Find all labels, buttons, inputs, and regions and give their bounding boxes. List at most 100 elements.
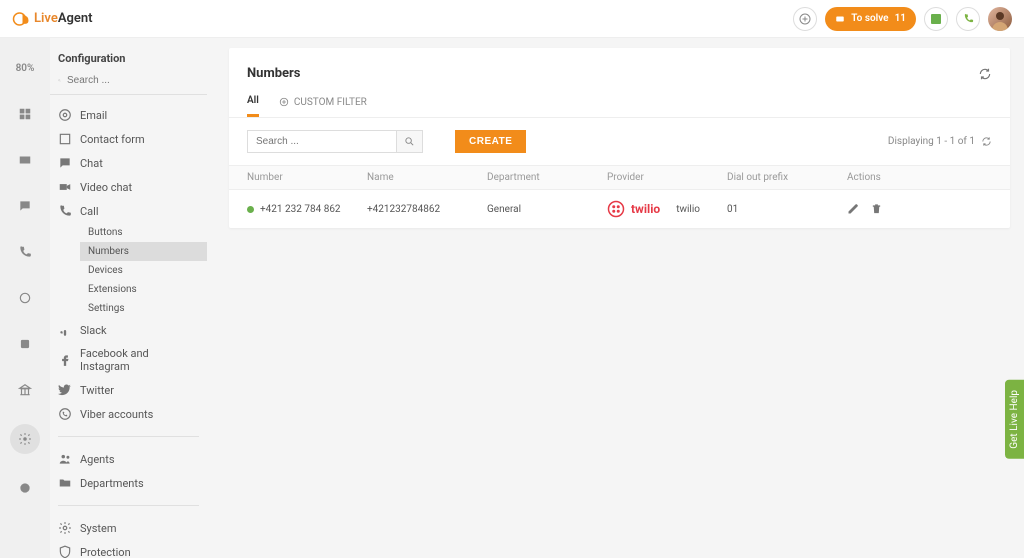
table-search-button[interactable] [397,130,423,153]
plus-circle-icon [799,13,811,25]
tosolve-button[interactable]: To solve 11 [825,7,916,31]
rail-chat[interactable] [13,194,37,218]
edit-icon[interactable] [847,203,859,215]
mail-icon [18,153,32,167]
people-icon [18,337,32,351]
nav-divider [58,436,199,437]
shield-icon [58,545,72,558]
sidebar-item-call[interactable]: Call [50,199,207,223]
rail-percent[interactable]: 80% [13,56,37,80]
sidebar-item-label: Protection [80,546,131,558]
sidebar-item-slack[interactable]: Slack [50,318,207,342]
facebook-icon [58,353,72,367]
rail-phone[interactable] [13,240,37,264]
col-number[interactable]: Number [247,172,367,183]
provider-brand: twilio [631,202,660,216]
main-panel: Numbers All CUSTOM FILTER CREATE [215,38,1024,558]
sidebar-sub-extensions[interactable]: Extensions [80,280,207,299]
form-icon [58,132,72,146]
numbers-card: Numbers All CUSTOM FILTER CREATE [229,48,1010,228]
sidebar-sub-devices[interactable]: Devices [80,261,207,280]
gear-icon [58,521,72,535]
status-button[interactable] [924,7,948,31]
tab-label: CUSTOM FILTER [294,97,367,108]
sidebar-item-contact-form[interactable]: Contact form [50,127,207,151]
table-row[interactable]: +421 232 784 862 +421232784862 General t… [229,190,1010,228]
header-actions: To solve 11 [793,7,1012,31]
numbers-table: Number Name Department Provider Dial out… [229,165,1010,228]
tab-label: All [247,95,259,106]
sidebar-item-email[interactable]: Email [50,103,207,127]
col-name[interactable]: Name [367,172,487,183]
sidebar-item-facebook[interactable]: Facebook and Instagram [50,342,207,378]
icon-rail: 80% [0,38,50,558]
toolbar: CREATE Displaying 1 - 1 of 1 [229,118,1010,165]
sidebar-item-agents[interactable]: Agents [50,447,207,471]
chat-icon [58,156,72,170]
cell-actions [847,203,927,215]
table-header: Number Name Department Provider Dial out… [229,165,1010,190]
sidebar-item-label: Chat [80,157,103,170]
sidebar-item-label: Settings [88,303,125,314]
tab-all[interactable]: All [247,95,259,117]
sidebar-item-label: Devices [88,265,123,276]
twitter-icon [58,383,72,397]
cell-provider: twilio twilio [607,200,727,218]
rail-loading[interactable] [13,286,37,310]
add-button[interactable] [793,7,817,31]
table-search-input[interactable] [247,130,397,153]
sidebar-sub-settings[interactable]: Settings [80,299,207,318]
tab-custom-filter[interactable]: CUSTOM FILTER [279,95,367,117]
cell-name: +421232784862 [367,204,487,215]
agents-icon [58,452,72,466]
refresh-icon[interactable] [981,136,992,147]
logo-icon [12,10,30,28]
app-header: LiveAgent To solve 11 [0,0,1024,38]
rail-dashboard[interactable] [13,102,37,126]
create-button[interactable]: CREATE [455,130,526,153]
sidebar-item-system[interactable]: System [50,516,207,540]
sidebar-item-label: Departments [80,477,144,490]
sidebar-item-label: Contact form [80,133,145,146]
rail-extensions[interactable] [13,476,37,500]
delete-icon[interactable] [871,203,882,215]
sidebar: Configuration Email Contact form Chat Vi… [50,38,215,558]
sidebar-search-input[interactable] [67,75,199,86]
col-department[interactable]: Department [487,172,607,183]
sidebar-item-twitter[interactable]: Twitter [50,378,207,402]
col-provider[interactable]: Provider [607,172,727,183]
rail-settings[interactable] [10,424,40,454]
sidebar-item-protection[interactable]: Protection [50,540,207,558]
rail-mail[interactable] [13,148,37,172]
col-dialout[interactable]: Dial out prefix [727,172,847,183]
logo[interactable]: LiveAgent [12,10,93,28]
sidebar-item-label: Slack [80,324,107,337]
folder-icon [58,476,72,490]
dashboard-icon [18,107,32,121]
sidebar-item-video-chat[interactable]: Video chat [50,175,207,199]
at-icon [58,108,72,122]
sidebar-item-departments[interactable]: Departments [50,471,207,495]
call-button[interactable] [956,7,980,31]
display-info: Displaying 1 - 1 of 1 [888,136,992,147]
sidebar-item-label: Twitter [80,384,114,397]
live-help-tab[interactable]: Get Live Help [1005,380,1024,459]
provider-label: twilio [676,204,700,215]
rail-reports[interactable] [13,378,37,402]
phone-icon [18,245,32,259]
sidebar-item-viber[interactable]: Viber accounts [50,402,207,426]
col-actions: Actions [847,172,927,183]
sidebar-sub-buttons[interactable]: Buttons [80,223,207,242]
avatar[interactable] [988,7,1012,31]
refresh-icon[interactable] [978,67,992,81]
sidebar-search[interactable] [50,73,207,95]
sidebar-item-label: Extensions [88,284,137,295]
sidebar-sub-numbers[interactable]: Numbers [80,242,207,261]
sidebar-call-sub: Buttons Numbers Devices Extensions Setti… [50,223,207,318]
sidebar-item-label: System [80,522,117,535]
video-icon [58,180,72,194]
table-search [247,130,423,153]
sidebar-item-chat[interactable]: Chat [50,151,207,175]
star-icon [18,481,32,495]
rail-people[interactable] [13,332,37,356]
